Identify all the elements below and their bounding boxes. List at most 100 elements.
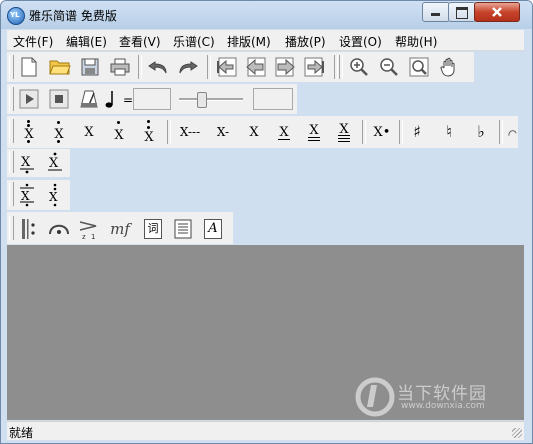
redo-button[interactable]	[176, 55, 200, 79]
underline-mark	[278, 139, 290, 140]
play-button[interactable]	[17, 87, 41, 111]
position-input[interactable]	[253, 88, 293, 110]
menu-play[interactable]: 播放(P)	[285, 33, 326, 50]
play-icon	[19, 89, 39, 109]
fermata-button[interactable]	[47, 217, 71, 241]
app-logo-icon[interactable]: YL	[7, 7, 25, 25]
zoom-in-button[interactable]	[347, 55, 371, 79]
toolbar-grip[interactable]	[9, 216, 14, 240]
octave-up-icon: X	[20, 155, 34, 174]
octave-toolbar-top: X X	[7, 149, 70, 177]
next-page-button[interactable]	[273, 55, 297, 79]
quarter-note-button[interactable]: X	[242, 120, 266, 144]
underline-mark	[308, 140, 320, 141]
toolbar-grip[interactable]	[9, 87, 14, 111]
print-button[interactable]	[108, 55, 132, 79]
dynamics-button[interactable]: mf	[105, 217, 135, 241]
tie-icon	[508, 130, 517, 136]
sharp-icon: ♯	[413, 122, 421, 141]
toolbar-grip[interactable]	[9, 119, 14, 143]
tie-button[interactable]	[507, 120, 518, 144]
note-symbol: X	[144, 129, 154, 145]
save-button[interactable]	[78, 55, 102, 79]
dotted-note-button[interactable]: X•	[368, 120, 396, 144]
note-high-button[interactable]: X	[47, 120, 71, 144]
status-bar: 就绪	[7, 421, 524, 440]
resize-grip[interactable]	[512, 428, 522, 438]
title-bar[interactable]: YL 雅乐简谱 免费版	[1, 1, 532, 29]
metronome-button[interactable]	[77, 87, 101, 111]
zoom-in-icon	[350, 58, 368, 76]
new-file-button[interactable]	[17, 55, 41, 79]
note-normal-button[interactable]: X	[77, 120, 101, 144]
zoom-fit-button[interactable]	[407, 55, 431, 79]
prev-page-button[interactable]	[244, 55, 268, 79]
underline-mark	[338, 138, 350, 139]
sharp-button[interactable]: ♯	[405, 120, 429, 144]
maximize-icon	[456, 7, 468, 19]
app-logo-text: YL	[10, 11, 20, 19]
repeat-barline-button[interactable]	[17, 217, 41, 241]
tempo-equals-label: =	[123, 93, 134, 107]
quarter-note-icon	[103, 87, 117, 111]
sixteenth-note-button[interactable]: X	[302, 120, 326, 144]
half-note-button[interactable]: X-	[209, 120, 237, 144]
page-layout-button[interactable]	[171, 217, 195, 241]
note-low-button[interactable]: X	[107, 120, 131, 144]
prev-page-icon	[246, 57, 266, 77]
octave-down-button[interactable]: X	[43, 151, 67, 175]
zoom-out-button[interactable]	[377, 55, 401, 79]
whole-note-button[interactable]: X---	[173, 120, 207, 144]
thirty-second-note-button[interactable]: X	[332, 120, 356, 144]
stop-button[interactable]	[47, 87, 71, 111]
note-symbol: X	[114, 127, 124, 143]
minimize-button[interactable]	[422, 2, 450, 22]
octave-up-button[interactable]: X	[15, 151, 39, 175]
menu-help[interactable]: 帮助(H)	[395, 33, 437, 50]
text-button[interactable]: A	[201, 217, 225, 241]
last-page-button[interactable]	[302, 55, 326, 79]
flat-icon: ♭	[477, 122, 485, 141]
page-lines-icon	[174, 219, 192, 239]
maximize-button[interactable]	[448, 2, 476, 22]
watermark-logo-icon	[355, 377, 395, 417]
note-dot	[27, 120, 30, 123]
menu-layout[interactable]: 排版(M)	[227, 33, 271, 50]
double-octave-up-button[interactable]: X	[15, 183, 39, 207]
stop-icon	[49, 89, 69, 109]
position-slider-thumb[interactable]	[197, 92, 208, 108]
undo-button[interactable]	[146, 55, 170, 79]
natural-button[interactable]: ♮	[437, 120, 461, 144]
undo-icon	[148, 61, 167, 74]
toolbar-separator	[499, 120, 503, 144]
note-dot	[57, 121, 60, 124]
crescendo-button[interactable]: z1	[77, 217, 101, 241]
toolbar-grip[interactable]	[9, 151, 14, 173]
menu-settings[interactable]: 设置(O)	[339, 33, 382, 50]
note-symbol: X	[24, 126, 34, 142]
menu-view[interactable]: 查看(V)	[119, 33, 161, 50]
note-high-double-button[interactable]: X	[17, 120, 41, 144]
menu-file[interactable]: 文件(F)	[13, 33, 53, 50]
hand-tool-button[interactable]	[437, 55, 461, 79]
close-button[interactable]	[474, 2, 520, 22]
note-low-double-button[interactable]: X	[137, 120, 161, 144]
svg-text:X: X	[49, 156, 59, 171]
first-page-button[interactable]	[215, 55, 239, 79]
lyrics-button[interactable]: 词	[141, 217, 165, 241]
double-octave-down-button[interactable]: X	[43, 183, 67, 207]
flat-button[interactable]: ♭	[469, 120, 493, 144]
position-slider-track[interactable]	[179, 98, 243, 101]
tempo-input[interactable]	[133, 88, 171, 110]
menu-score[interactable]: 乐谱(C)	[173, 33, 215, 50]
double-octave-up-icon: X	[20, 183, 34, 207]
toolbar-grip[interactable]	[9, 182, 14, 206]
note-dot	[57, 140, 60, 143]
note-symbol: X	[54, 126, 64, 142]
open-file-button[interactable]	[48, 55, 72, 79]
natural-icon: ♮	[446, 122, 452, 141]
menu-edit[interactable]: 编辑(E)	[66, 33, 107, 50]
toolbar-grip[interactable]	[9, 55, 14, 79]
watermark-url: www.downxia.com	[401, 401, 485, 411]
eighth-note-button[interactable]: X	[272, 120, 296, 144]
